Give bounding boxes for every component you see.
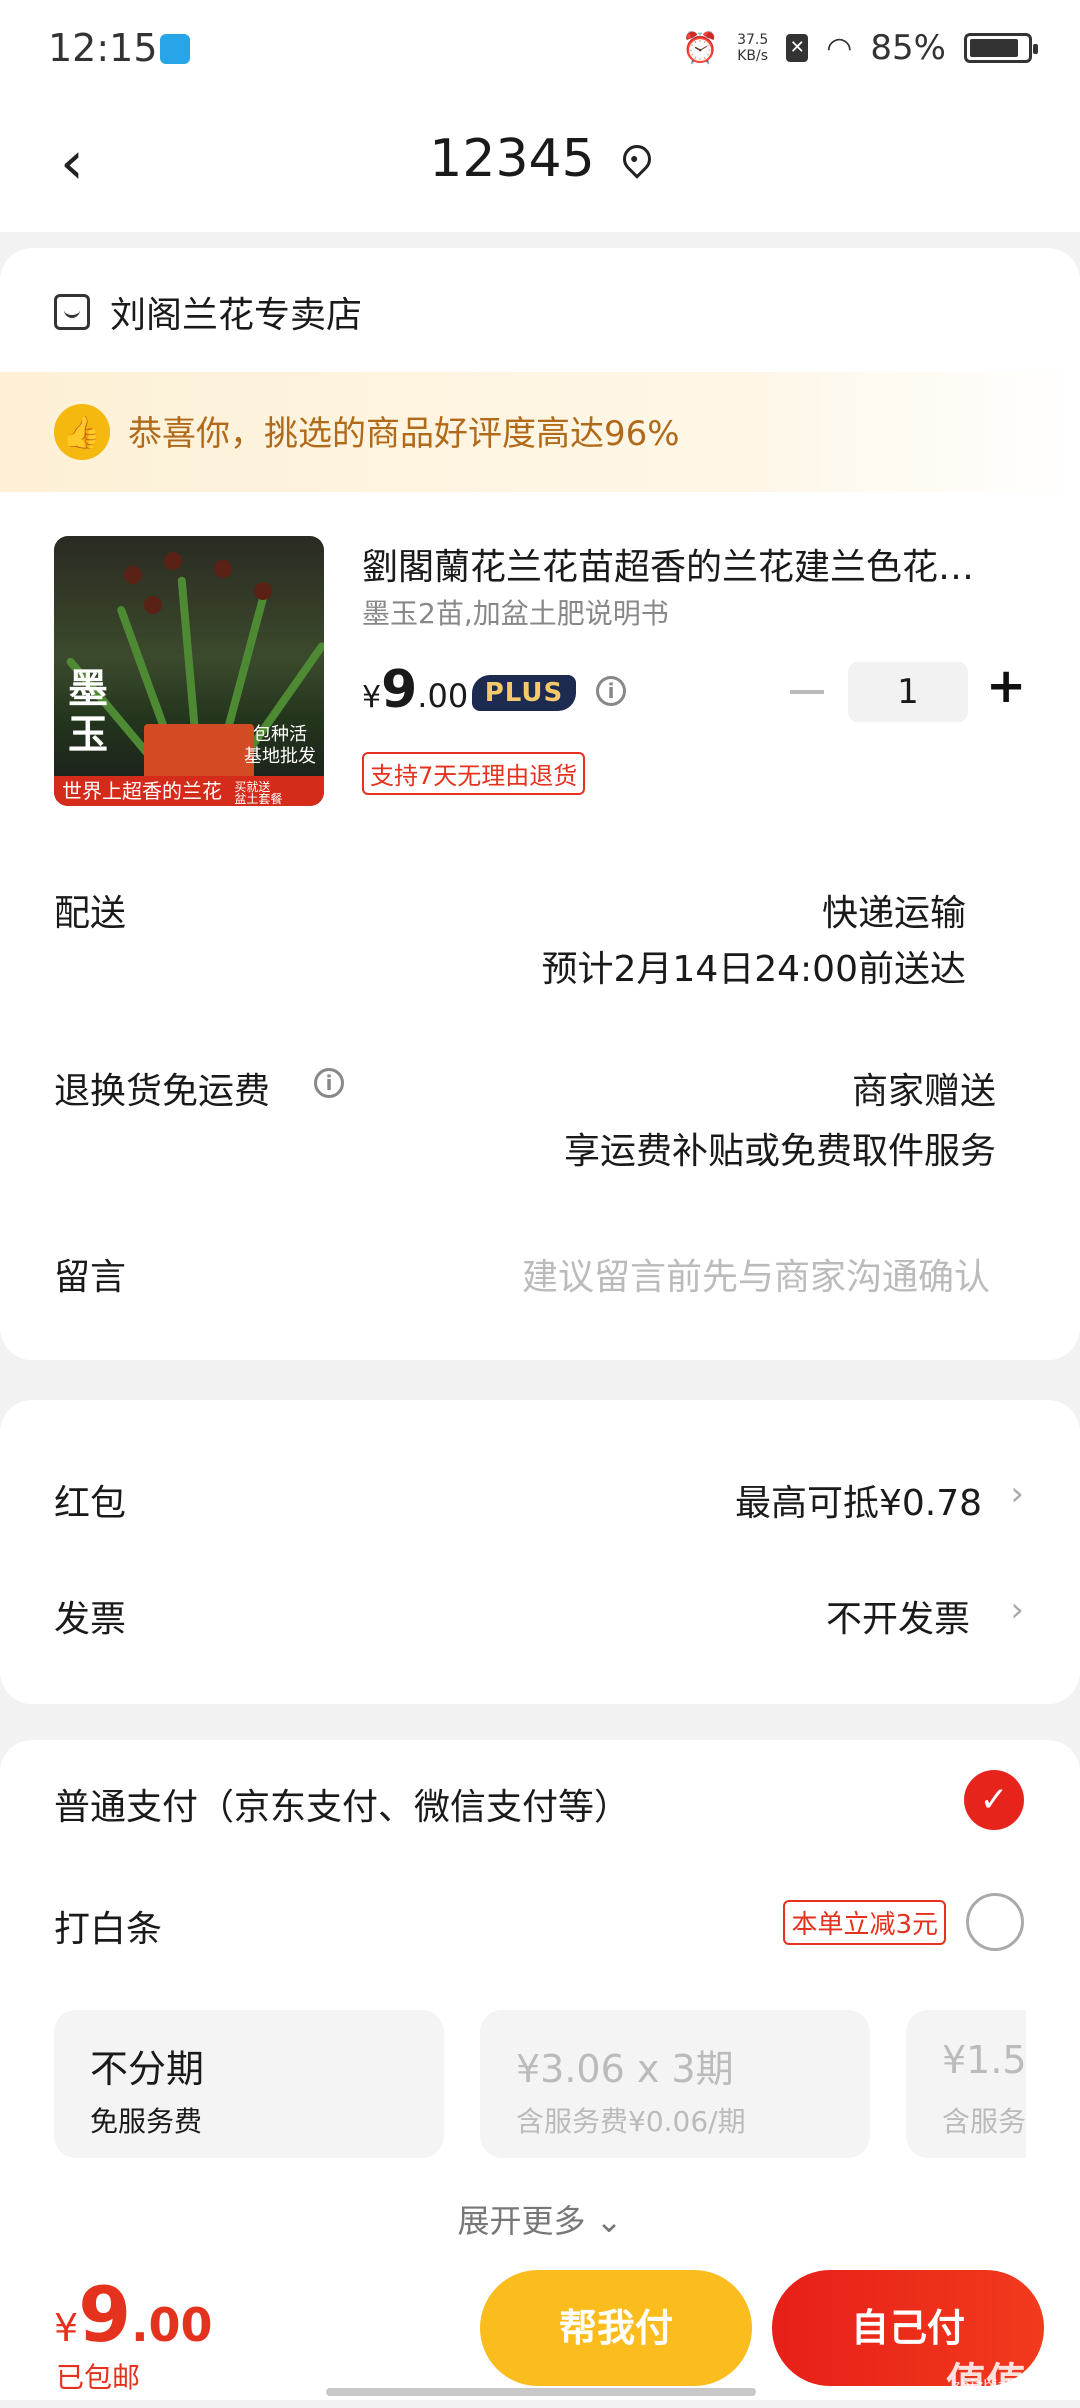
product-price: ¥9.00 — [362, 660, 469, 720]
wifi-icon: ◠ — [826, 30, 853, 66]
baitiao-radio[interactable] — [966, 1893, 1024, 1951]
help-pay-button[interactable]: 帮我付 — [480, 2270, 752, 2386]
product-name[interactable]: 劉閣蘭花兰花苗超香的兰花建兰色花… — [362, 538, 1022, 590]
quantity-decrease-button[interactable] — [790, 690, 824, 694]
chevron-right-icon[interactable]: › — [1010, 1590, 1024, 1630]
flower-shape — [164, 552, 182, 570]
flower-shape — [254, 582, 272, 600]
discount-card — [0, 1400, 1080, 1704]
plus-badge: PLUS — [472, 675, 576, 711]
return-shipping-detail: 享运费补贴或免费取件服务 — [563, 1131, 996, 1172]
baitiao-promo-tag: 本单立减3元 — [783, 1900, 946, 1945]
chevron-right-icon[interactable]: › — [1010, 1474, 1024, 1514]
home-indicator[interactable] — [326, 2388, 756, 2396]
plan-option[interactable]: ¥3.06 x 3期 含服务费¥0.06/期 — [480, 2010, 870, 2158]
invoice-label: 发票 — [54, 1599, 127, 1640]
delivery-label: 配送 — [54, 893, 127, 934]
rating-banner-text: 恭喜你，挑选的商品好评度高达96% — [128, 414, 680, 454]
page-title: 12345 — [429, 129, 595, 189]
store-icon — [54, 294, 90, 330]
invoice-value[interactable]: 不开发票 — [826, 1590, 970, 1642]
alarm-icon: ⏰ — [681, 30, 720, 66]
flower-shape — [144, 596, 162, 614]
plan-option[interactable]: ¥1.5 含服务 — [906, 2010, 1026, 2158]
flower-shape — [124, 566, 142, 584]
quantity-field[interactable]: 1 — [848, 662, 968, 722]
network-speed: 37.5 KB/s — [737, 32, 769, 64]
message-label: 留言 — [54, 1257, 127, 1298]
bottom-bar: ¥9.00 已包邮 帮我付 自己付 — [0, 2252, 1080, 2400]
return-shipping-info-icon[interactable]: i — [314, 1068, 344, 1098]
rating-banner: 👍 恭喜你，挑选的商品好评度高达96% — [0, 372, 1080, 492]
delivery-method[interactable]: 快递运输 — [822, 884, 966, 936]
red-packet-label: 红包 — [54, 1483, 127, 1524]
store-name: 刘阁兰花专卖店 — [110, 295, 363, 336]
product-image-side-text: 包种活 基地批发 — [244, 724, 316, 767]
product-image-bar: 世界上超香的兰花 买就送 盆土套餐 — [54, 776, 324, 806]
return-shipping-value: 商家赠送 — [851, 1071, 996, 1112]
store-row[interactable]: 刘阁兰花专卖店 — [54, 286, 362, 338]
price-info-icon[interactable]: i — [596, 676, 626, 706]
flower-shape — [214, 560, 232, 578]
product-image-title: 墨 玉 — [68, 666, 108, 758]
address-title[interactable]: 12345 — [0, 126, 1080, 189]
return-shipping-label: 退换货免运费 — [54, 1071, 271, 1112]
total-price: ¥9.00 — [54, 2270, 213, 2359]
free-shipping-label: 已包邮 — [56, 2361, 141, 2394]
quantity-increase-button[interactable]: + — [986, 658, 1026, 714]
message-input[interactable]: 建议留言前先与商家沟通确认 — [522, 1248, 990, 1300]
plan-option[interactable]: 不分期 免服务费 — [54, 2010, 444, 2158]
status-bar: 12:15 ⏰ 37.5 KB/s ✕ ◠ 85% — [0, 0, 1080, 100]
location-pin-icon — [616, 139, 657, 179]
sim-off-icon: ✕ — [786, 34, 809, 62]
normal-payment-label[interactable]: 普通支付（京东支付、微信支付等） — [54, 1778, 630, 1830]
top-header: ‹ 12345 — [0, 100, 1080, 232]
expand-more-button[interactable]: 展开更多 ⌄ — [0, 2196, 1080, 2242]
app-notification-icon — [160, 34, 190, 64]
baitiao-label[interactable]: 打白条 — [54, 1900, 162, 1952]
battery-icon — [964, 33, 1038, 63]
red-packet-value[interactable]: 最高可抵¥0.78 — [735, 1474, 982, 1526]
product-spec[interactable]: 墨玉2苗,加盆土肥说明书 — [362, 592, 669, 632]
product-image[interactable]: 墨 玉 包种活 基地批发 世界上超香的兰花 买就送 盆土套餐 — [54, 536, 324, 806]
normal-payment-checkbox[interactable]: ✓ — [964, 1770, 1024, 1830]
battery-percent: 85% — [870, 28, 946, 68]
return-policy-tag: 支持7天无理由退货 — [362, 752, 586, 795]
watermark-url: zhizhizhi.com — [951, 2376, 1060, 2395]
flower-pot — [144, 724, 254, 780]
status-time: 12:15 — [48, 26, 158, 70]
installment-plans: 不分期 免服务费 ¥3.06 x 3期 含服务费¥0.06/期 ¥1.5 含服务 — [54, 2010, 1026, 2158]
thumbs-up-icon: 👍 — [54, 404, 110, 460]
delivery-eta: 预计2月14日24:00前送达 — [541, 949, 966, 990]
